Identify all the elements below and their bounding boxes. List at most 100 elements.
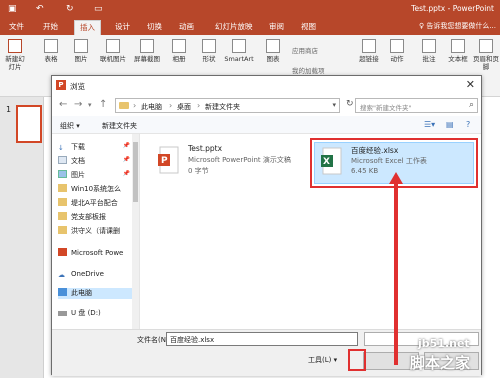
cloud-icon: ☁ — [58, 271, 65, 279]
watermark-url: jb51.net — [418, 337, 470, 350]
organize-button[interactable]: 组织 ▾ — [60, 121, 80, 131]
drive-icon — [58, 311, 67, 316]
album-button[interactable]: 相册 — [168, 39, 190, 63]
browse-dialog: P 浏览 ✕ ← → ▾ ↑ › 此电脑 › 桌面 › 新建文件夹 ▾ ↻ 搜索… — [51, 75, 482, 376]
tab-animations[interactable]: 动画 — [174, 20, 199, 35]
nav-item-folder[interactable]: Win10系统怎么 — [58, 184, 134, 195]
filename-input[interactable]: 百度经验.xlsx — [166, 332, 358, 346]
header-footer-icon — [479, 39, 493, 53]
tab-transitions[interactable]: 切换 — [142, 20, 167, 35]
folder-icon — [58, 184, 67, 192]
nav-item-microsoft-powerpoint[interactable]: Microsoft Powe — [58, 248, 134, 259]
screenshot-icon — [140, 39, 154, 53]
nav-item-pictures[interactable]: 图片 📌 — [58, 170, 134, 181]
store-button[interactable]: 应用商店 — [292, 45, 318, 55]
picture-icon — [74, 39, 88, 53]
dialog-title-bar: P 浏览 ✕ — [52, 76, 481, 94]
pin-icon[interactable]: 📌 — [123, 170, 130, 177]
pin-icon[interactable]: 📌 — [123, 156, 130, 163]
file-size: 0 字节 — [188, 167, 209, 175]
chart-button[interactable]: 图表 — [262, 39, 284, 63]
folder-icon — [58, 212, 67, 220]
tab-file[interactable]: 文件 — [4, 20, 29, 35]
tell-me-search[interactable]: ♀ 告诉我您想要做什么... — [419, 21, 496, 31]
new-slide-button[interactable]: 新建幻灯片 — [4, 39, 26, 71]
comment-icon — [422, 39, 436, 53]
nav-item-documents[interactable]: 文档 📌 — [58, 156, 134, 167]
save-icon[interactable]: ▣ — [8, 3, 17, 15]
search-input[interactable]: 搜索"新建文件夹" ⌕ — [355, 98, 478, 113]
breadcrumb-new-folder[interactable]: 新建文件夹 — [205, 102, 240, 112]
new-folder-button[interactable]: 新建文件夹 — [102, 121, 137, 131]
smartart-icon — [232, 39, 246, 53]
address-row: ← → ▾ ↑ › 此电脑 › 桌面 › 新建文件夹 ▾ ↻ 搜索"新建文件夹"… — [52, 94, 481, 116]
tab-insert[interactable]: 插入 — [74, 20, 101, 35]
breadcrumb-this-pc[interactable]: 此电脑 — [141, 102, 162, 112]
tab-view[interactable]: 视图 — [296, 20, 321, 35]
up-icon[interactable]: ↑ — [99, 99, 107, 111]
action-icon — [390, 39, 404, 53]
present-icon[interactable]: ▭ — [94, 3, 103, 15]
forward-icon[interactable]: → — [74, 99, 82, 111]
nav-item-folder[interactable]: 堤北A平台配合 — [58, 198, 134, 209]
file-name: Test.pptx — [188, 144, 223, 153]
shapes-button[interactable]: 形状 — [198, 39, 220, 63]
nav-item-usb-drive[interactable]: U 盘 (D:) — [58, 308, 134, 319]
slide-thumbnail[interactable] — [16, 105, 42, 143]
view-options-icon[interactable]: ☰▾ — [424, 120, 435, 129]
scrollbar-thumb[interactable] — [133, 142, 138, 202]
table-button[interactable]: 表格 — [40, 39, 62, 63]
slide-number: 1 — [6, 105, 12, 114]
breadcrumb-desktop[interactable]: 桌面 — [177, 102, 191, 112]
pin-icon[interactable]: 📌 — [123, 142, 130, 149]
recent-dropdown-icon[interactable]: ▾ — [88, 99, 92, 111]
online-picture-icon — [106, 39, 120, 53]
annotation-arrow-shaft — [394, 180, 398, 365]
table-icon — [44, 39, 58, 53]
tab-home[interactable]: 开始 — [38, 20, 63, 35]
album-icon — [172, 39, 186, 53]
tab-slideshow[interactable]: 幻灯片放映 — [210, 20, 258, 35]
tab-design[interactable]: 设计 — [110, 20, 135, 35]
screenshot-button[interactable]: 屏幕截图 — [132, 39, 162, 63]
nav-item-folder[interactable]: 党支部板报 — [58, 212, 134, 223]
online-pictures-button[interactable]: 联机图片 — [98, 39, 128, 63]
folder-icon — [119, 102, 129, 109]
nav-item-folder[interactable]: 洪守义（请课删 — [58, 226, 134, 237]
pictures-button[interactable]: 图片 — [70, 39, 92, 63]
hyperlink-button[interactable]: 超链接 — [356, 39, 382, 63]
address-bar[interactable]: › 此电脑 › 桌面 › 新建文件夹 ▾ — [115, 98, 340, 113]
close-icon[interactable]: ✕ — [466, 78, 475, 91]
tab-review[interactable]: 审阅 — [264, 20, 289, 35]
pictures-icon — [58, 170, 67, 178]
header-footer-button[interactable]: 页眉和页脚 — [472, 39, 500, 71]
breadcrumb-separator: › — [133, 101, 137, 110]
action-button[interactable]: 动作 — [386, 39, 408, 63]
textbox-button[interactable]: 文本框 — [446, 39, 470, 63]
help-icon[interactable]: ? — [466, 120, 470, 129]
file-item-pptx[interactable]: P Test.pptx Microsoft PowerPoint 演示文稿 0 … — [152, 142, 292, 184]
tools-dropdown[interactable]: 工具(L) ▾ — [308, 355, 337, 365]
hyperlink-icon — [362, 39, 376, 53]
breadcrumb-separator: › — [169, 101, 173, 110]
nav-scrollbar[interactable] — [132, 134, 139, 329]
folder-icon — [58, 226, 67, 234]
redo-icon[interactable]: ↻ — [66, 3, 74, 15]
comment-button[interactable]: 批注 — [418, 39, 440, 63]
window-title: Test.pptx - PowerPoint — [411, 4, 494, 13]
watermark-name: 脚本之家 — [410, 354, 471, 372]
address-dropdown-icon[interactable]: ▾ — [332, 101, 336, 109]
search-placeholder: 搜索"新建文件夹" — [360, 104, 412, 112]
svg-text:P: P — [161, 156, 168, 166]
undo-icon[interactable]: ↶ — [36, 3, 44, 15]
back-icon[interactable]: ← — [59, 99, 67, 111]
nav-item-this-pc[interactable]: 此电脑 — [58, 288, 134, 299]
powerpoint-icon — [58, 248, 67, 256]
insert-button-highlight — [348, 349, 366, 371]
nav-item-downloads[interactable]: ↓ 下载 📌 — [58, 142, 134, 153]
ribbon-tabs: 文件 开始 插入 设计 切换 动画 幻灯片放映 审阅 视图 ♀ 告诉我您想要做什… — [0, 18, 500, 35]
smartart-button[interactable]: SmartArt — [224, 39, 254, 63]
my-addins-button[interactable]: 我的加载项 — [292, 65, 325, 75]
preview-pane-icon[interactable]: ▤ — [446, 120, 454, 129]
nav-item-onedrive[interactable]: ☁ OneDrive — [58, 270, 134, 281]
